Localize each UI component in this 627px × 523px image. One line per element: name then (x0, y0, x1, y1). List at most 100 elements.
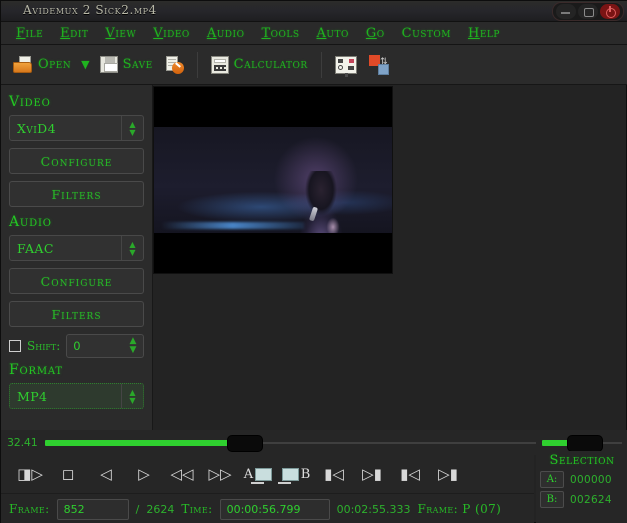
total-time: 00:02:55.333 (336, 502, 411, 516)
frame-label: Frame: (9, 502, 50, 516)
slider-position-label: 32.41 (7, 436, 38, 449)
letterbox-bottom (154, 233, 392, 273)
video-codec-select[interactable]: XviD4 ▲ ▼ (9, 115, 144, 141)
marker-a-button[interactable]: A (239, 459, 277, 489)
marker-a-label: A (243, 466, 254, 482)
stop-button[interactable]: ◻ (49, 459, 87, 489)
format-select[interactable]: MP4 ▲ ▼ (9, 383, 144, 409)
marker-b-button[interactable]: B (277, 459, 315, 489)
swap-colors-button[interactable]: ⇅ (363, 50, 395, 80)
time-input[interactable]: 00:00:56.799 (219, 498, 330, 520)
video-configure-button[interactable]: Configure (9, 148, 144, 174)
window-title: Avidemux 2 Sick2.mp4 (23, 3, 157, 17)
go-to-end-button[interactable]: ▷▮ (353, 459, 391, 489)
calculator-icon (210, 55, 229, 74)
display-settings-button[interactable] (329, 50, 363, 80)
audio-codec-select[interactable]: FAAC ▲ ▼ (9, 235, 144, 261)
calculator-button[interactable]: Calculator (205, 50, 314, 80)
stop-icon: ◻ (61, 464, 75, 483)
play-button[interactable]: ◨▷ (11, 459, 49, 489)
menu-video[interactable]: Video (146, 25, 197, 42)
left-settings-panel: Video XviD4 ▲ ▼ Configure Filters Audio F… (1, 85, 153, 430)
toolbar-separator-2 (320, 51, 322, 78)
selection-b-button[interactable]: B: (540, 491, 564, 508)
avidemux-window: Avidemux 2 Sick2.mp4 File Edit View Vide… (0, 0, 627, 523)
audio-configure-label: Configure (40, 273, 113, 289)
menu-custom[interactable]: Custom (395, 25, 458, 42)
time-value: 00:00:56.799 (226, 502, 301, 516)
audio-filters-button[interactable]: Filters (9, 301, 144, 327)
audio-filters-label: Filters (51, 306, 102, 322)
previous-keyframe-button[interactable]: ▮◁ (391, 459, 429, 489)
menu-go[interactable]: Go (359, 25, 392, 42)
timeline-slider[interactable] (45, 435, 536, 451)
timeline-progress-fill (45, 439, 237, 446)
maximize-button[interactable] (578, 4, 598, 19)
next-frame-icon: ▷ (138, 464, 150, 483)
forward-icon: ▷▷ (208, 464, 232, 483)
next-keyframe-button[interactable]: ▷▮ (429, 459, 467, 489)
video-filters-button[interactable]: Filters (9, 181, 144, 207)
close-button[interactable] (600, 4, 620, 19)
menu-audio[interactable]: Audio (200, 25, 252, 42)
save-with-options-button[interactable] (159, 50, 190, 80)
format-value: MP4 (17, 388, 48, 404)
toolbar-separator-1 (196, 51, 198, 78)
previous-frame-icon: ◁ (100, 464, 112, 483)
shift-label: Shift: (27, 339, 61, 353)
marker-b-icon (277, 467, 299, 484)
video-codec-chevron-updown-icon[interactable]: ▲ ▼ (121, 116, 143, 140)
audio-codec-chevron-updown-icon[interactable]: ▲ ▼ (121, 236, 143, 260)
selection-b-row: B: 002624 (540, 491, 624, 508)
save-button[interactable]: Save (94, 50, 159, 80)
menu-tools[interactable]: Tools (254, 25, 306, 42)
display-settings-icon (334, 55, 357, 77)
title-bar: Avidemux 2 Sick2.mp4 (1, 1, 627, 22)
tool-bar: Open ▼ Save Calculator ⇅ (1, 45, 627, 85)
menu-help[interactable]: Help (461, 25, 507, 42)
marker-b-label: B (300, 466, 311, 482)
timeline-slider-handle[interactable] (228, 435, 263, 451)
open-dropdown-chevron-down-icon[interactable]: ▼ (77, 58, 93, 71)
selection-b-value: 002624 (570, 493, 612, 506)
previous-frame-button[interactable]: ◁ (87, 459, 125, 489)
calculator-button-label: Calculator (233, 57, 308, 72)
play-icon: ◨▷ (17, 464, 43, 483)
save-button-label: Save (122, 57, 153, 72)
open-folder-icon (13, 56, 33, 73)
menu-auto[interactable]: Auto (310, 25, 356, 42)
menu-file-label: ile (25, 25, 44, 41)
timeline-slider-row: 32.41 (1, 430, 627, 455)
document-wrench-icon (165, 55, 184, 74)
secondary-slider-handle[interactable] (567, 435, 602, 451)
video-preview[interactable] (153, 86, 393, 275)
frame-input[interactable]: 852 (56, 498, 129, 520)
shift-spinner[interactable]: 0 ▲ ▼ (66, 334, 144, 358)
menu-view[interactable]: View (98, 25, 143, 42)
frame-total: 2624 (146, 502, 175, 516)
secondary-slider[interactable] (542, 435, 622, 451)
video-codec-value: XviD4 (17, 120, 56, 136)
go-to-end-icon: ▷▮ (362, 464, 382, 483)
previous-keyframe-icon: ▮◁ (400, 464, 420, 483)
audio-configure-button[interactable]: Configure (9, 268, 144, 294)
format-chevron-updown-icon[interactable]: ▲ ▼ (121, 384, 143, 408)
rewind-button[interactable]: ◁◁ (163, 459, 201, 489)
format-section-title: Format (9, 362, 63, 378)
forward-button[interactable]: ▷▷ (201, 459, 239, 489)
next-frame-button[interactable]: ▷ (125, 459, 163, 489)
menu-bar: File Edit View Video Audio Tools Auto Go… (1, 22, 627, 45)
audio-codec-value: FAAC (17, 240, 54, 256)
shift-chevron-updown-icon[interactable]: ▲ ▼ (125, 335, 141, 357)
frame-separator: / (135, 502, 140, 516)
audio-section-title: Audio (9, 214, 52, 230)
go-to-start-button[interactable]: ▮◁ (315, 459, 353, 489)
menu-edit[interactable]: Edit (53, 25, 95, 42)
frame-value: 852 (63, 502, 85, 516)
minimize-button[interactable] (556, 4, 576, 19)
open-button[interactable]: Open (7, 50, 77, 80)
window-controls (552, 2, 624, 21)
selection-a-button[interactable]: A: (540, 471, 564, 488)
menu-file[interactable]: File (9, 25, 50, 42)
shift-checkbox[interactable] (9, 340, 21, 352)
